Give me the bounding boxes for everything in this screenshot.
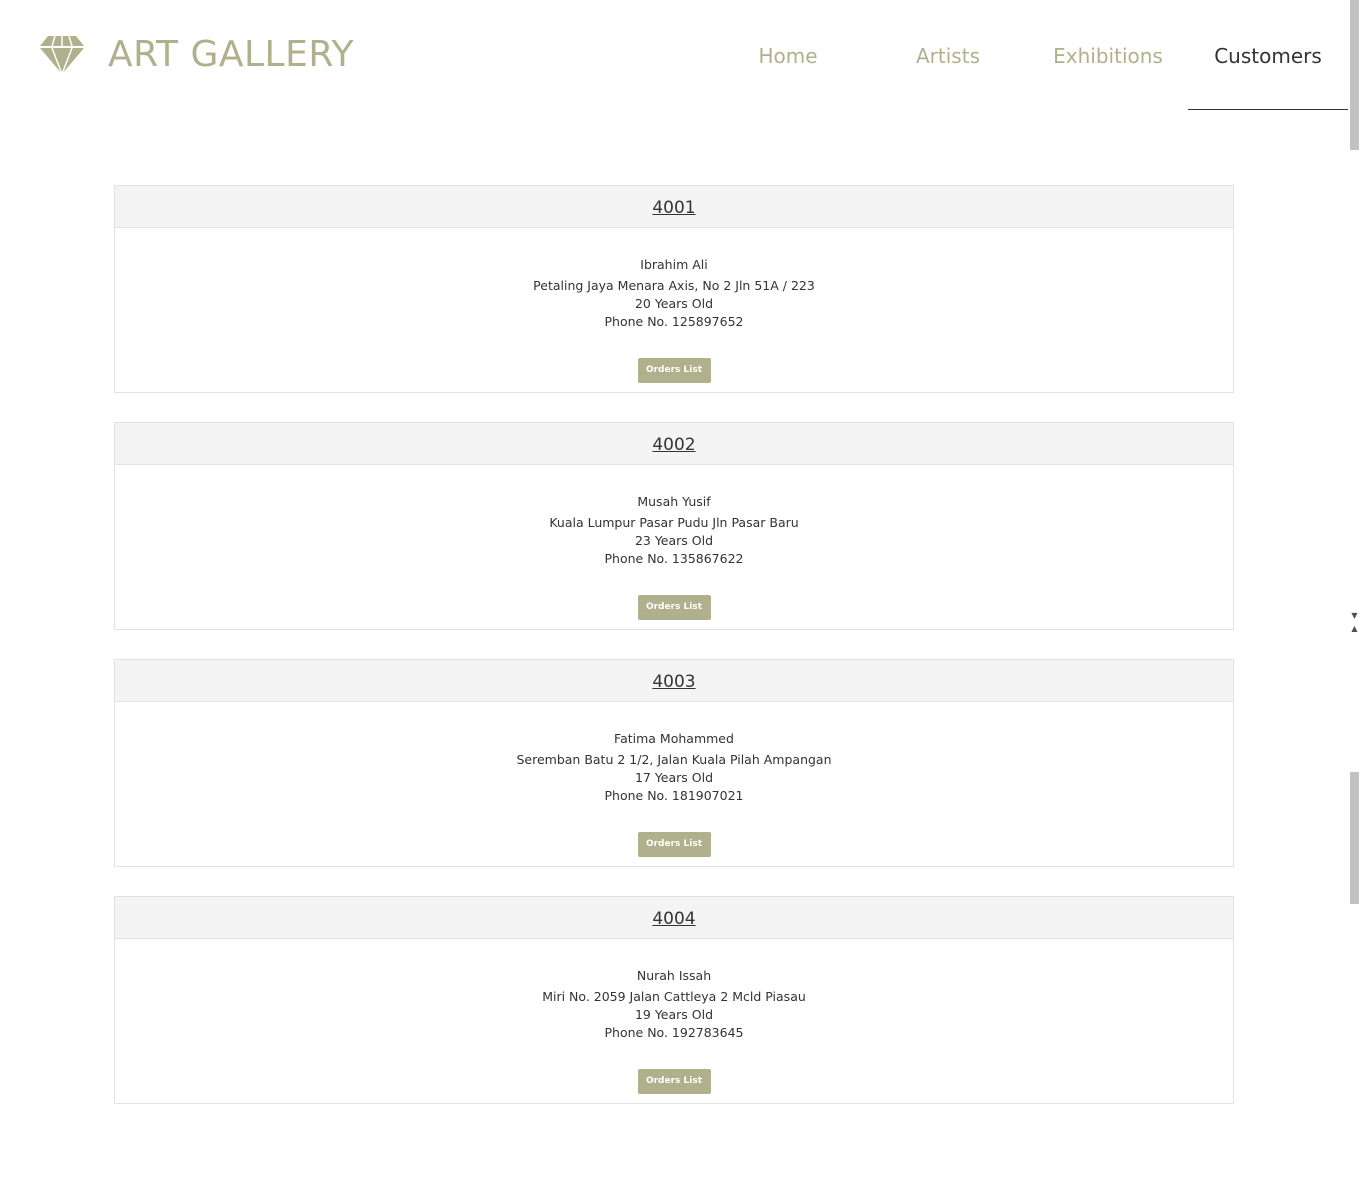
page: ART GALLERY Home Artists Exhibitions Cus…: [0, 0, 1360, 1184]
customer-id-link[interactable]: 4004: [652, 909, 695, 929]
scrollbar[interactable]: ▼ ▲: [1348, 0, 1360, 1122]
customer-age: 20 Years Old: [634, 296, 714, 311]
orders-list-button[interactable]: Orders List: [637, 358, 711, 383]
scrollbar-thumb-secondary[interactable]: [1350, 772, 1359, 904]
diamond-icon[interactable]: [38, 34, 86, 76]
scrollbar-thumb[interactable]: [1350, 0, 1359, 150]
customer-age: 19 Years Old: [634, 1007, 714, 1022]
customer-card-header: 4003: [115, 660, 1233, 702]
customer-phone: Phone No. 125897652: [604, 314, 744, 329]
customer-card: 4004 Nurah Issah Miri No. 2059 Jalan Cat…: [114, 896, 1234, 1104]
customer-address: Seremban Batu 2 1/2, Jalan Kuala Pilah A…: [516, 752, 832, 767]
customer-list: 4001 Ibrahim Ali Petaling Jaya Menara Ax…: [114, 185, 1234, 1133]
customer-age: 17 Years Old: [634, 770, 714, 785]
customer-card: 4001 Ibrahim Ali Petaling Jaya Menara Ax…: [114, 185, 1234, 393]
customer-name: Fatima Mohammed: [614, 731, 734, 746]
customer-card-header: 4001: [115, 186, 1233, 228]
customer-card-body: Fatima Mohammed Seremban Batu 2 1/2, Jal…: [115, 702, 1233, 857]
customer-id-link[interactable]: 4001: [652, 198, 695, 218]
brand-title[interactable]: ART GALLERY: [108, 33, 354, 77]
customer-address: Petaling Jaya Menara Axis, No 2 Jln 51A …: [533, 278, 815, 293]
customer-phone: Phone No. 135867622: [604, 551, 744, 566]
customer-name: Nurah Issah: [636, 968, 712, 983]
nav-artists[interactable]: Artists: [868, 0, 1028, 110]
customer-card-body: Musah Yusif Kuala Lumpur Pasar Pudu Jln …: [115, 465, 1233, 620]
customer-phone: Phone No. 192783645: [604, 1025, 744, 1040]
site-header: ART GALLERY Home Artists Exhibitions Cus…: [0, 0, 1348, 110]
customer-age: 23 Years Old: [634, 533, 714, 548]
orders-list-button[interactable]: Orders List: [637, 1069, 711, 1094]
customer-card-body: Ibrahim Ali Petaling Jaya Menara Axis, N…: [115, 228, 1233, 383]
scroll-up-icon[interactable]: ▲: [1350, 625, 1359, 633]
customer-card-header: 4004: [115, 897, 1233, 939]
orders-list-button[interactable]: Orders List: [637, 595, 711, 620]
customer-card-body: Nurah Issah Miri No. 2059 Jalan Cattleya…: [115, 939, 1233, 1094]
main-nav: Home Artists Exhibitions Customers: [708, 0, 1348, 110]
scroll-down-icon[interactable]: ▼: [1350, 612, 1359, 620]
customer-card-header: 4002: [115, 423, 1233, 465]
nav-home[interactable]: Home: [708, 0, 868, 110]
nav-exhibitions[interactable]: Exhibitions: [1028, 0, 1188, 110]
customer-name: Ibrahim Ali: [640, 257, 708, 272]
customer-card: 4003 Fatima Mohammed Seremban Batu 2 1/2…: [114, 659, 1234, 867]
nav-customers[interactable]: Customers: [1188, 0, 1348, 110]
customer-address: Kuala Lumpur Pasar Pudu Jln Pasar Baru: [549, 515, 799, 530]
customer-id-link[interactable]: 4003: [652, 672, 695, 692]
customer-id-link[interactable]: 4002: [652, 435, 695, 455]
customer-name: Musah Yusif: [637, 494, 711, 509]
customer-phone: Phone No. 181907021: [604, 788, 744, 803]
customer-address: Miri No. 2059 Jalan Cattleya 2 Mcld Pias…: [542, 989, 806, 1004]
orders-list-button[interactable]: Orders List: [637, 832, 711, 857]
customer-card: 4002 Musah Yusif Kuala Lumpur Pasar Pudu…: [114, 422, 1234, 630]
